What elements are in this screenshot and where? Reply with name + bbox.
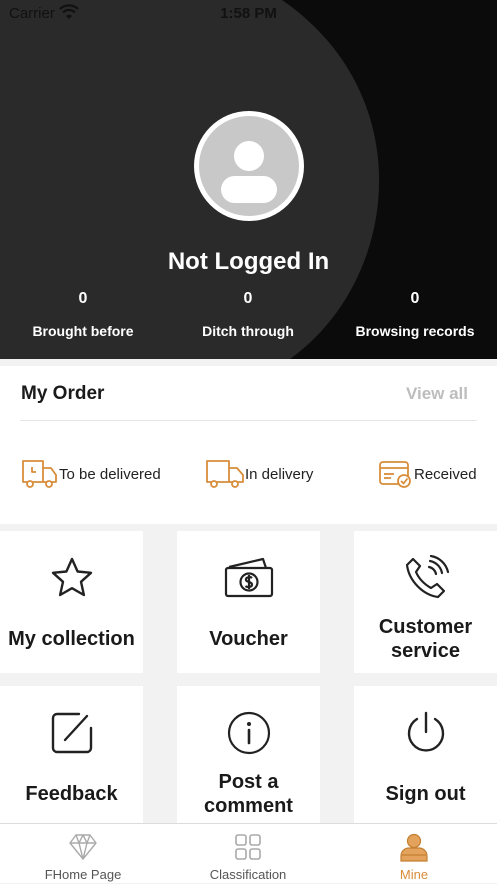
stat-label: Ditch through xyxy=(202,323,294,339)
stat-value: 0 xyxy=(78,290,88,307)
order-label: In delivery xyxy=(245,465,314,483)
menu-sign-out[interactable]: Sign out xyxy=(354,686,497,823)
phone-icon xyxy=(354,555,497,601)
user-placeholder-icon xyxy=(221,141,277,203)
order-to-be-delivered[interactable]: To be delivered xyxy=(21,457,161,491)
login-status[interactable]: Not Logged In xyxy=(0,248,497,276)
stat-ditch-through[interactable]: 0 Ditch through xyxy=(165,290,331,339)
delivery-truck-icon xyxy=(206,460,244,488)
stat-value: 0 xyxy=(410,290,420,307)
stat-browsing-records[interactable]: 0 Browsing records xyxy=(332,290,497,339)
order-label: To be delivered xyxy=(59,465,161,483)
my-order-card: My Order View all To be delivered In del… xyxy=(0,366,497,524)
grid-icon xyxy=(165,832,331,862)
my-order-title: My Order xyxy=(21,383,105,404)
edit-icon xyxy=(0,710,143,756)
stat-value: 0 xyxy=(243,290,253,307)
tab-label: Mine xyxy=(399,867,429,882)
order-in-delivery[interactable]: In delivery xyxy=(205,457,313,491)
tab-home[interactable]: FHome Page xyxy=(0,824,166,884)
truck-icon xyxy=(22,460,57,488)
stat-brought-before[interactable]: 0 Brought before xyxy=(0,290,166,339)
menu-post-a-comment[interactable]: Post a comment xyxy=(177,686,320,823)
menu-my-collection[interactable]: My collection xyxy=(0,531,143,673)
tab-mine[interactable]: Mine xyxy=(331,824,497,884)
menu-customer-service[interactable]: Customer service xyxy=(354,531,497,673)
stat-label: Brought before xyxy=(32,323,134,339)
menu-label: Feedback xyxy=(25,783,118,805)
order-received[interactable]: Received xyxy=(378,457,477,491)
info-icon xyxy=(177,710,320,756)
status-bar: Carrier 1:58 PM xyxy=(0,0,497,26)
profile-header: Carrier 1:58 PM Not Logged In 0 Brought … xyxy=(0,0,497,359)
menu-label: Sign out xyxy=(385,783,466,805)
power-icon xyxy=(354,710,497,756)
tab-label: FHome Page xyxy=(44,867,122,882)
avatar[interactable] xyxy=(194,111,304,221)
person-icon xyxy=(331,832,497,862)
view-all-link[interactable]: View all xyxy=(406,384,468,404)
menu-feedback[interactable]: Feedback xyxy=(0,686,143,823)
menu-label: Customer service xyxy=(378,616,473,662)
tab-classification[interactable]: Classification xyxy=(165,824,331,884)
menu-label: Voucher xyxy=(209,628,288,650)
stat-label: Browsing records xyxy=(355,323,475,339)
divider xyxy=(20,420,477,421)
card-check-icon xyxy=(379,461,411,488)
tab-bar: FHome Page Classification Mine xyxy=(0,823,497,883)
menu-label: Post a comment xyxy=(204,771,293,817)
menu-voucher[interactable]: Voucher xyxy=(177,531,320,673)
order-label: Received xyxy=(414,465,477,483)
status-time: 1:58 PM xyxy=(220,5,277,22)
diamond-icon xyxy=(0,832,166,862)
money-icon xyxy=(177,555,320,601)
tab-label: Classification xyxy=(209,867,287,882)
menu-label: My collection xyxy=(8,628,135,650)
star-icon xyxy=(0,555,143,601)
